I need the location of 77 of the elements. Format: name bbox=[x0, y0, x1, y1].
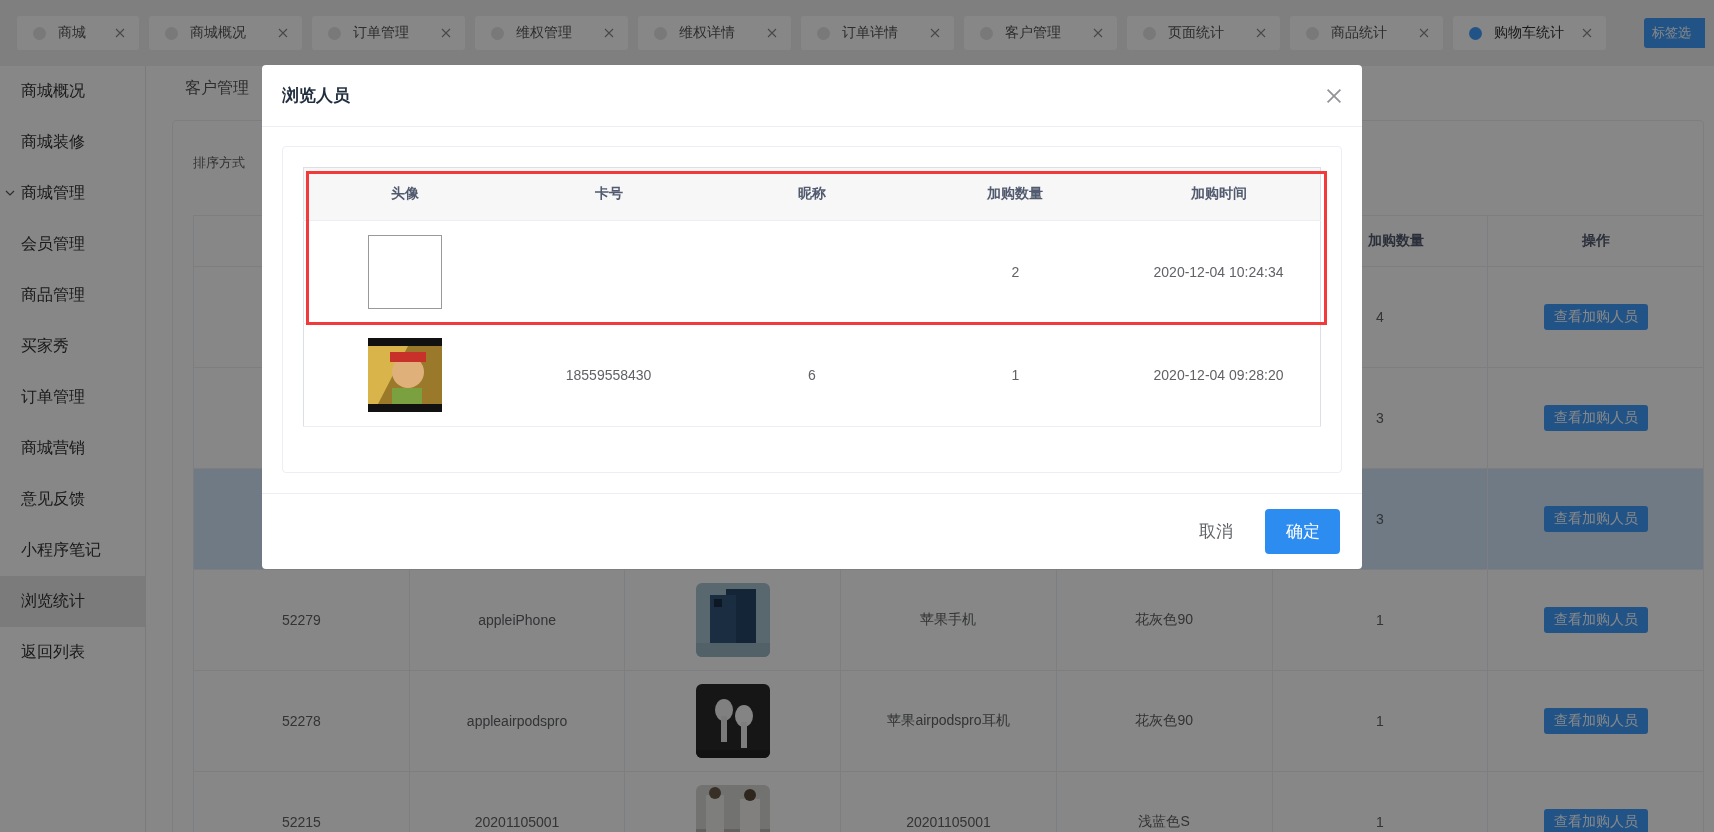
table-cell: 2020-12-04 10:24:34 bbox=[1153, 264, 1284, 280]
sidebar-item[interactable]: 买家秀 bbox=[0, 321, 145, 372]
column-header: 加购数量 bbox=[913, 167, 1118, 221]
view-buyers-button[interactable]: 查看加购人员 bbox=[1543, 304, 1648, 330]
table-cell: 18559558430 bbox=[565, 367, 652, 383]
table-cell: 苹果airpodspro耳机 bbox=[887, 712, 1010, 728]
table-cell: 4 bbox=[1375, 309, 1384, 325]
column-header: 头像 bbox=[303, 167, 507, 221]
table-cell: 3 bbox=[1375, 410, 1384, 426]
view-buyers-button[interactable]: 查看加购人员 bbox=[1543, 708, 1648, 734]
close-icon[interactable] bbox=[767, 28, 777, 38]
table-cell: 6 bbox=[808, 367, 816, 383]
table-cell: appleiPhone bbox=[478, 612, 556, 628]
close-icon[interactable] bbox=[1419, 28, 1429, 38]
sidebar-item[interactable]: 商城概况 bbox=[0, 66, 145, 117]
chevron-icon bbox=[5, 188, 15, 198]
table-cell: 苹果手机 bbox=[920, 611, 977, 627]
close-icon[interactable] bbox=[1256, 28, 1266, 38]
view-buyers-button[interactable]: 查看加购人员 bbox=[1543, 809, 1648, 832]
close-icon[interactable] bbox=[441, 28, 451, 38]
column-header: 昵称 bbox=[710, 167, 914, 221]
sidebar-item[interactable]: 商城管理 bbox=[0, 168, 145, 219]
sidebar-item[interactable]: 商城装修 bbox=[0, 117, 145, 168]
table-cell: appleairpodspro bbox=[466, 713, 568, 729]
close-icon[interactable] bbox=[604, 28, 614, 38]
table-cell: 1 bbox=[1375, 612, 1384, 628]
tab[interactable]: 商城 bbox=[17, 16, 139, 50]
tab[interactable]: 商品统计 bbox=[1290, 16, 1443, 50]
sidebar-item[interactable]: 会员管理 bbox=[0, 219, 145, 270]
close-icon[interactable] bbox=[1093, 28, 1103, 38]
table-cell: 1 bbox=[1375, 713, 1384, 729]
dialog-title: 浏览人员 bbox=[282, 85, 350, 107]
view-buyers-button[interactable]: 查看加购人员 bbox=[1543, 607, 1648, 633]
view-buyers-button[interactable]: 查看加购人员 bbox=[1543, 506, 1648, 532]
tab[interactable]: 订单管理 bbox=[312, 16, 465, 50]
table-cell: 52278 bbox=[281, 713, 321, 729]
tab[interactable]: 订单详情 bbox=[801, 16, 954, 50]
table-cell: 3 bbox=[1375, 511, 1384, 527]
breadcrumb: 客户管理 bbox=[185, 77, 249, 98]
sidebar-item[interactable]: 订单管理 bbox=[0, 372, 145, 423]
tab[interactable]: 维权详情 bbox=[638, 16, 791, 50]
sidebar-item[interactable]: 小程序笔记 bbox=[0, 525, 145, 576]
table-cell: 花灰色90 bbox=[1135, 712, 1193, 728]
table-cell: 2 bbox=[1011, 264, 1020, 280]
column-header: 加购时间 bbox=[1117, 167, 1321, 221]
confirm-button[interactable]: 确定 bbox=[1265, 509, 1340, 554]
table-cell: 2020-12-04 09:28:20 bbox=[1153, 367, 1284, 383]
close-icon[interactable] bbox=[1582, 28, 1592, 38]
table-cell: 浅蓝色S bbox=[1138, 813, 1190, 829]
tab[interactable]: 客户管理 bbox=[964, 16, 1117, 50]
close-icon[interactable] bbox=[115, 28, 125, 38]
table-cell: 52215 bbox=[281, 814, 321, 830]
tab[interactable]: 商城概况 bbox=[149, 16, 302, 50]
column-header: 卡号 bbox=[506, 167, 711, 221]
table-cell: 1 bbox=[1375, 814, 1384, 830]
tab[interactable]: 维权管理 bbox=[475, 16, 628, 50]
table-cell: 花灰色90 bbox=[1135, 611, 1193, 627]
close-icon[interactable] bbox=[1326, 87, 1342, 104]
sort-label: 排序方式 bbox=[193, 154, 245, 172]
sidebar-item[interactable]: 商品管理 bbox=[0, 270, 145, 321]
close-icon[interactable] bbox=[278, 28, 288, 38]
sidebar-item[interactable]: 返回列表 bbox=[0, 627, 145, 678]
close-icon[interactable] bbox=[930, 28, 940, 38]
tab[interactable]: 购物车统计 bbox=[1453, 16, 1606, 50]
table-cell: 1 bbox=[1011, 367, 1020, 383]
column-header: 操作 bbox=[1581, 232, 1610, 248]
column-header: 加购数量 bbox=[1367, 232, 1424, 248]
tab[interactable]: 页面统计 bbox=[1127, 16, 1280, 50]
tab-options-button[interactable]: 标签选 bbox=[1644, 18, 1705, 48]
sidebar-item[interactable]: 商城营销 bbox=[0, 423, 145, 474]
sidebar-item[interactable]: 浏览统计 bbox=[0, 576, 145, 627]
view-buyers-button[interactable]: 查看加购人员 bbox=[1543, 405, 1648, 431]
cancel-button[interactable]: 取消 bbox=[1195, 509, 1237, 554]
table-cell: 20201105001 bbox=[906, 814, 991, 830]
table-cell: 20201105001 bbox=[474, 814, 560, 830]
sidebar-item[interactable]: 意见反馈 bbox=[0, 474, 145, 525]
table-cell: 52279 bbox=[281, 612, 321, 628]
